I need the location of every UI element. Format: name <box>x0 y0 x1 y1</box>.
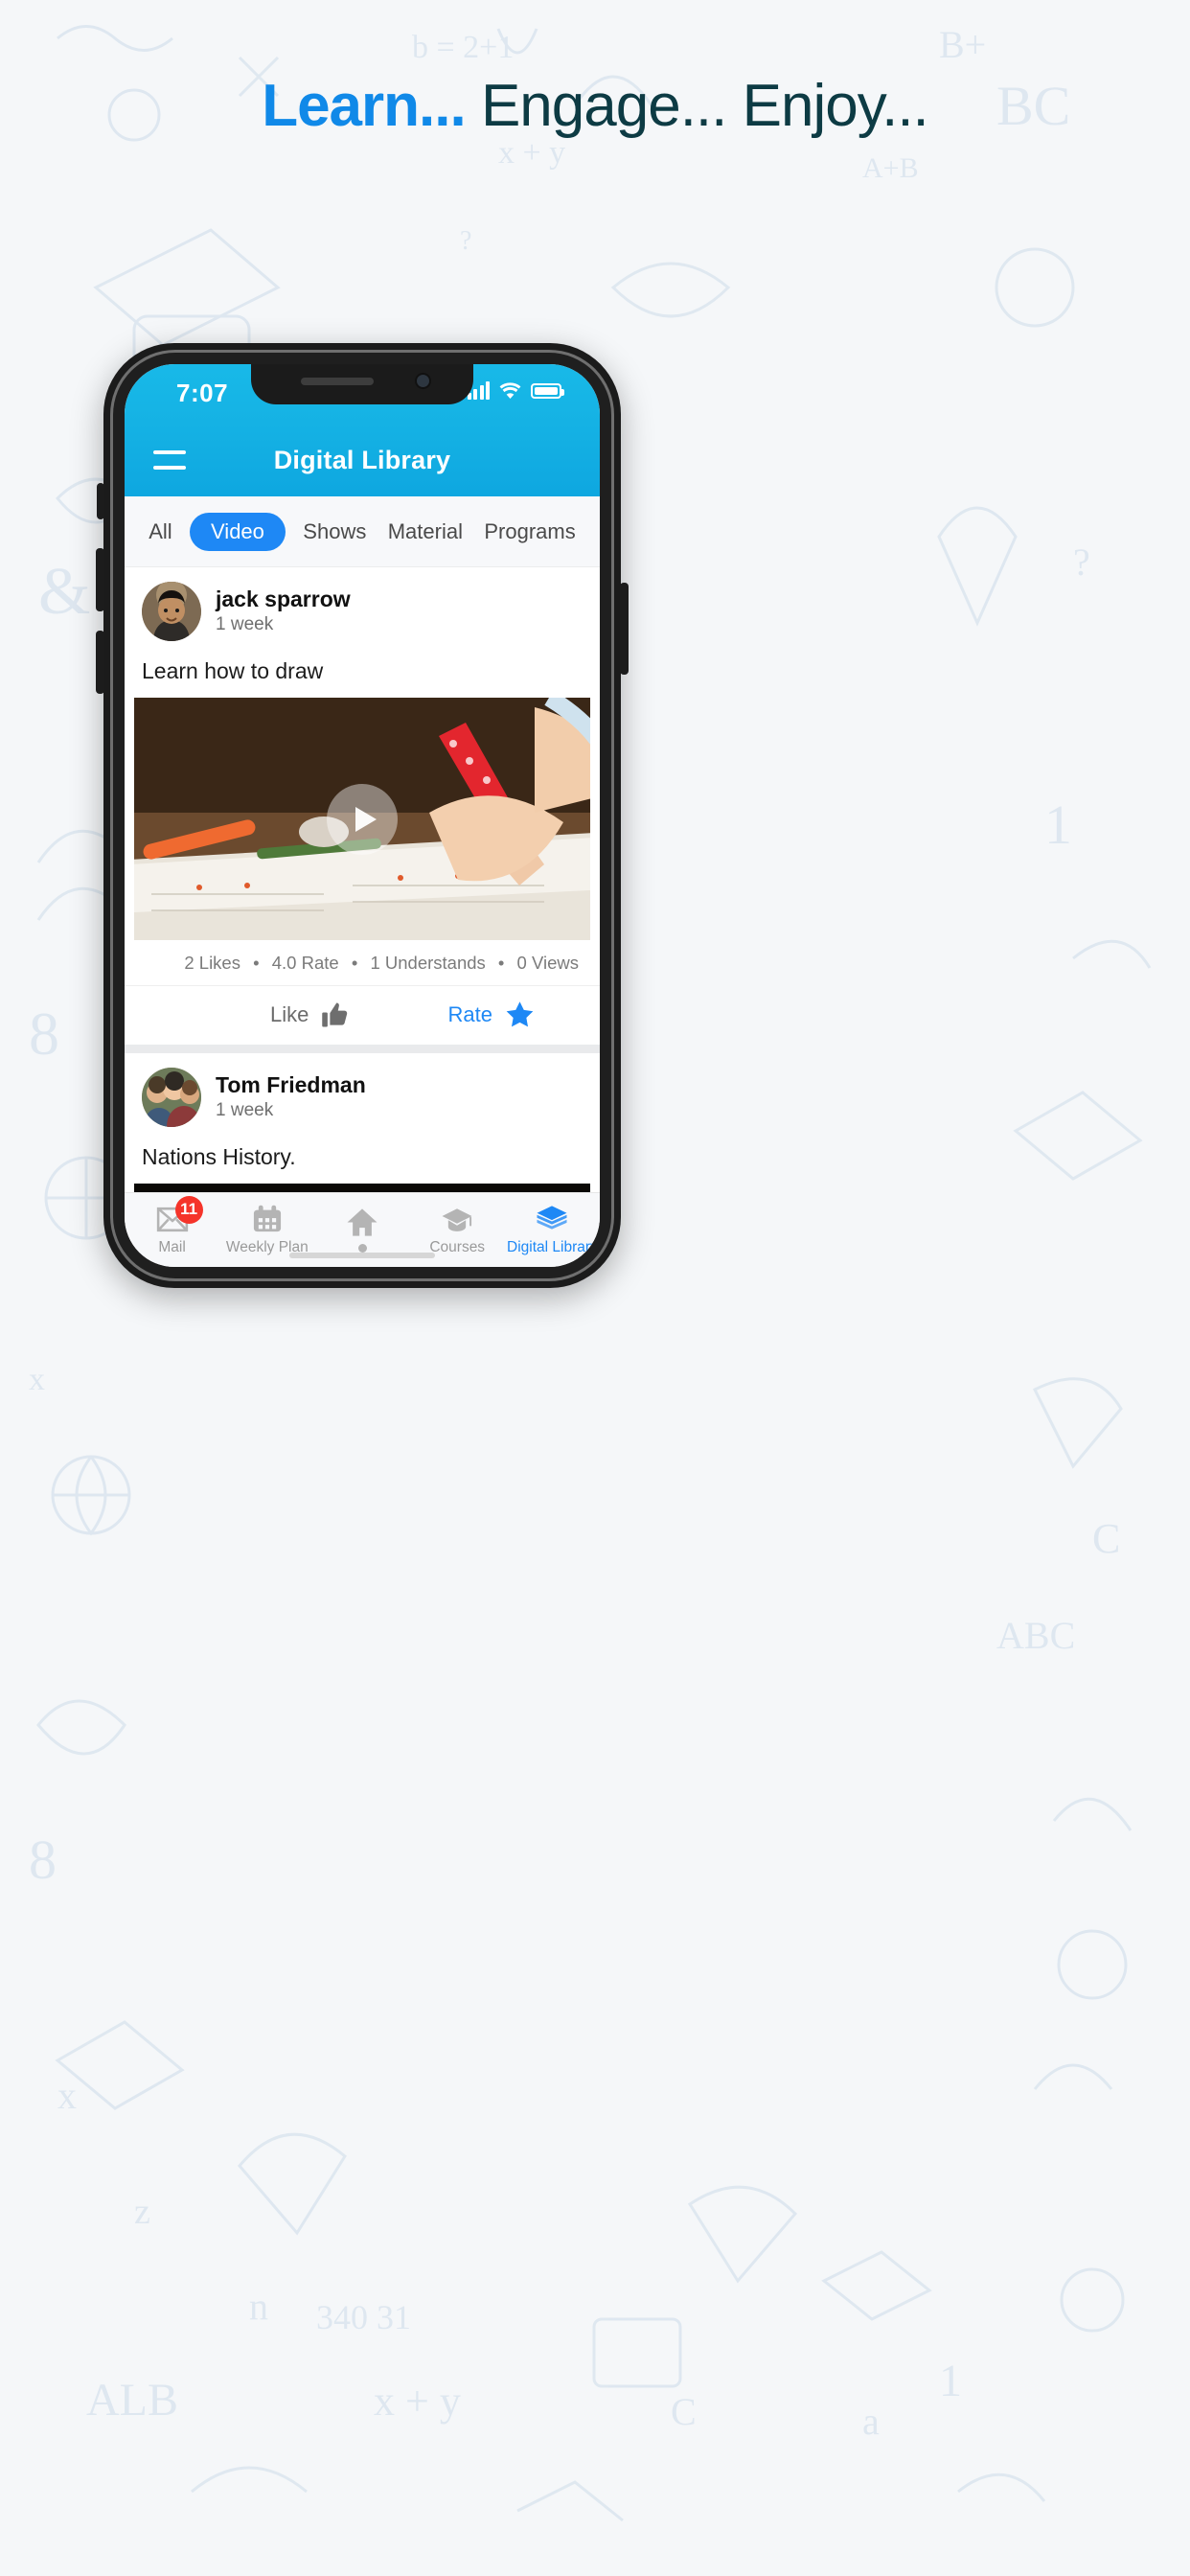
svg-text:A+B: A+B <box>862 152 919 184</box>
post-author: Tom Friedman <box>216 1072 366 1098</box>
post-text: Nations History. <box>142 1144 296 1169</box>
thumbs-up-icon <box>322 1002 348 1026</box>
svg-text:x + y: x + y <box>498 135 565 171</box>
phone-screen: 7:07 Digital Library All Video Shows Mat… <box>125 364 600 1267</box>
svg-text:B+: B+ <box>939 23 986 66</box>
battery-full-icon <box>531 382 564 399</box>
mail-badge: 11 <box>174 1195 203 1224</box>
nav-label-mail: Mail <box>158 1238 186 1255</box>
calendar-icon <box>251 1205 284 1234</box>
svg-text:?: ? <box>1073 540 1090 584</box>
stat-separator: • <box>497 953 505 973</box>
post-header: jack sparrow 1 week <box>125 567 600 647</box>
notch <box>251 364 473 404</box>
svg-text:1: 1 <box>939 2356 962 2406</box>
post-action-bar: Like Rate <box>125 985 600 1045</box>
mute-switch[interactable] <box>97 483 104 519</box>
like-button[interactable]: Like <box>270 1000 350 1029</box>
post-card: Tom Friedman 1 week Nations History. <box>125 1053 600 1192</box>
svg-text:a: a <box>862 2400 880 2443</box>
home-active-dot <box>357 1244 367 1253</box>
play-button-icon[interactable] <box>327 783 398 855</box>
graduation-cap-icon <box>441 1205 473 1234</box>
earpiece-speaker <box>301 378 374 385</box>
feed-list[interactable]: jack sparrow 1 week Learn how to draw 2 … <box>125 567 600 1192</box>
headline-accent: Learn... <box>262 73 467 139</box>
stat-understands: 1 Understands <box>370 953 486 973</box>
svg-text:8: 8 <box>29 1828 57 1891</box>
power-button[interactable] <box>620 583 629 675</box>
status-icons <box>467 381 564 400</box>
app-bar: Digital Library <box>125 424 600 496</box>
svg-text:ABC: ABC <box>996 1614 1075 1657</box>
stat-separator: • <box>351 953 358 973</box>
svg-text:1: 1 <box>1044 794 1072 856</box>
category-tab-bar: All Video Shows Material Programs <box>125 496 600 567</box>
nav-item-courses[interactable]: Courses <box>410 1205 505 1256</box>
post-meta: jack sparrow 1 week <box>216 586 351 636</box>
headline-rest: Engage... Enjoy... <box>465 73 929 139</box>
rate-button[interactable]: Rate <box>448 1000 535 1029</box>
wifi-icon <box>499 382 521 400</box>
svg-text:ALB: ALB <box>86 2375 178 2426</box>
nav-item-home[interactable] <box>314 1208 409 1253</box>
mail-icon: 11 <box>156 1195 203 1234</box>
stat-views: 0 Views <box>516 953 579 973</box>
post-header: Tom Friedman 1 week <box>125 1053 600 1133</box>
nav-label-courses: Courses <box>429 1238 486 1255</box>
post-media-thumbnail[interactable] <box>134 698 590 940</box>
svg-text:C: C <box>1092 1515 1120 1562</box>
nav-item-digital-library[interactable]: Digital Library <box>505 1205 600 1256</box>
rate-label: Rate <box>447 1001 492 1026</box>
home-icon <box>346 1208 378 1237</box>
svg-text:x: x <box>57 2074 77 2117</box>
home-indicator <box>289 1253 435 1258</box>
page-title: Learn... Engage... Enjoy... <box>0 75 1190 137</box>
front-camera-icon <box>415 373 431 389</box>
status-bar: 7:07 <box>125 364 600 424</box>
tab-video[interactable]: Video <box>190 512 286 551</box>
svg-text:b = 2+1: b = 2+1 <box>412 30 514 65</box>
stat-separator: • <box>253 953 260 973</box>
books-icon <box>536 1205 568 1234</box>
svg-text:z: z <box>134 2192 150 2232</box>
tab-all[interactable]: All <box>145 513 175 551</box>
status-time: 7:07 <box>176 379 229 407</box>
svg-text:x: x <box>29 1362 45 1397</box>
post-author: jack sparrow <box>216 586 351 612</box>
svg-text:&: & <box>38 555 90 629</box>
hamburger-menu-icon[interactable] <box>153 450 186 470</box>
post-stats: 2 Likes • 4.0 Rate • 1 Understands • 0 V… <box>125 940 600 985</box>
phone-mockup: 7:07 Digital Library All Video Shows Mat… <box>96 343 629 1288</box>
post-text: Learn how to draw <box>142 658 324 683</box>
post-timestamp: 1 week <box>216 1100 274 1121</box>
nav-item-mail[interactable]: 11 Mail <box>125 1195 219 1256</box>
nav-label-digital-library: Digital Library <box>507 1238 598 1255</box>
volume-down-button[interactable] <box>96 631 104 694</box>
avatar[interactable] <box>142 582 201 641</box>
post-card: jack sparrow 1 week Learn how to draw 2 … <box>125 567 600 1045</box>
post-timestamp: 1 week <box>216 614 274 635</box>
post-meta: Tom Friedman 1 week <box>216 1071 366 1122</box>
svg-text:n: n <box>249 2285 268 2328</box>
star-icon <box>506 1001 534 1027</box>
svg-text:x + y: x + y <box>374 2378 461 2425</box>
svg-text:8: 8 <box>29 1000 59 1068</box>
stat-rate: 4.0 Rate <box>271 953 339 973</box>
tab-material[interactable]: Material <box>384 513 467 551</box>
svg-text:C: C <box>671 2390 697 2433</box>
post-media-thumbnail[interactable]: e 19 Age 47 <box>134 1184 590 1192</box>
nav-item-weekly-plan[interactable]: Weekly Plan <box>219 1205 314 1256</box>
avatar[interactable] <box>142 1068 201 1127</box>
svg-text:340 31: 340 31 <box>316 2298 411 2336</box>
tab-shows[interactable]: Shows <box>299 513 370 551</box>
stat-likes: 2 Likes <box>184 953 240 973</box>
svg-text:?: ? <box>460 226 471 256</box>
like-label: Like <box>270 1001 309 1026</box>
tab-programs[interactable]: Programs <box>480 513 579 551</box>
app-bar-title: Digital Library <box>273 445 451 474</box>
volume-up-button[interactable] <box>96 548 104 611</box>
